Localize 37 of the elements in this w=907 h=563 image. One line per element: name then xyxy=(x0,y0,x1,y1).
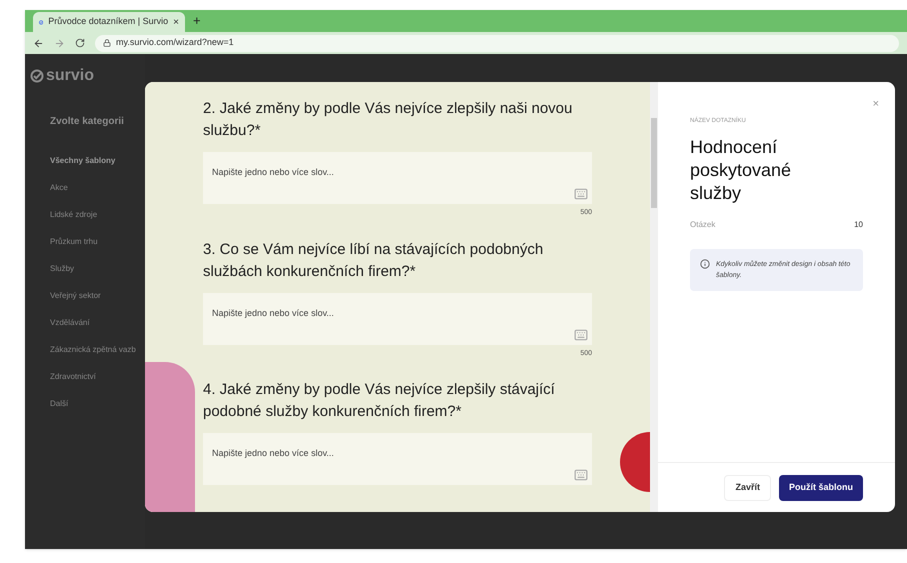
sidebar-title: Zvolte kategorii xyxy=(50,115,125,129)
lock-icon xyxy=(103,39,111,47)
sidebar-item[interactable]: Všechny šablony xyxy=(50,155,145,182)
answer-field[interactable]: Napište jedno nebo více slov... xyxy=(203,292,592,344)
url-field[interactable]: my.survio.com/wizard?new=1 xyxy=(95,34,899,52)
sidebar-item[interactable]: Další xyxy=(50,398,145,425)
tab-close-button[interactable]: × xyxy=(173,14,179,30)
close-button[interactable]: × xyxy=(872,96,879,112)
close-dialog-button[interactable]: Zavřít xyxy=(724,474,771,500)
keyboard-icon xyxy=(574,187,588,201)
sidebar-item[interactable]: Průzkum trhu xyxy=(50,236,145,263)
new-tab-button[interactable]: + xyxy=(193,10,201,30)
back-icon[interactable] xyxy=(33,38,44,48)
answer-field[interactable]: Napište jedno nebo více slov... xyxy=(203,433,592,485)
keyboard-icon xyxy=(574,328,588,342)
question-title: 4. Jaké změny by podle Vás nejvíce zlepšily stávající podobné služby konkurenčních firem?* xyxy=(203,380,556,422)
sidebar-item[interactable]: Akce xyxy=(50,182,145,209)
answer-field[interactable]: Napište jedno nebo více slov... xyxy=(203,152,592,204)
info-icon xyxy=(700,258,710,268)
sidebar-item[interactable]: Služby xyxy=(50,263,145,290)
tab-title: Průvodce dotazníkem | Survio xyxy=(48,15,168,28)
question-title: 3. Co se Vám nejvíce líbí na stávajících podobných službách konkurenčních firem?* xyxy=(203,240,544,282)
sidebar-item[interactable]: Veřejný sektor xyxy=(50,290,145,317)
sidebar-item[interactable]: Vzdělávání xyxy=(50,317,145,344)
question-title: 2. Jaké změny by podle Vás nejvíce zlepšily naši novou službu?* xyxy=(203,99,574,141)
browser-tab[interactable]: Průvodce dotazníkem | Survio × xyxy=(33,12,185,32)
reload-icon[interactable] xyxy=(75,38,85,48)
sidebar-item[interactable]: Zdravotnictví xyxy=(50,371,145,398)
check-logo-icon xyxy=(30,69,44,83)
stat-value: 10 xyxy=(854,218,863,230)
sidebar-item[interactable]: Lidské zdroje xyxy=(50,209,145,236)
keyboard-icon xyxy=(574,468,588,482)
survey-title: Hodnocení poskytované služby xyxy=(690,136,792,204)
logo-text: survio xyxy=(46,66,94,86)
use-template-button[interactable]: Použít šablonu xyxy=(779,474,863,500)
sidebar-item[interactable]: Zákaznická zpětná vazb xyxy=(50,344,145,371)
stat-label: Otázek xyxy=(690,218,716,230)
